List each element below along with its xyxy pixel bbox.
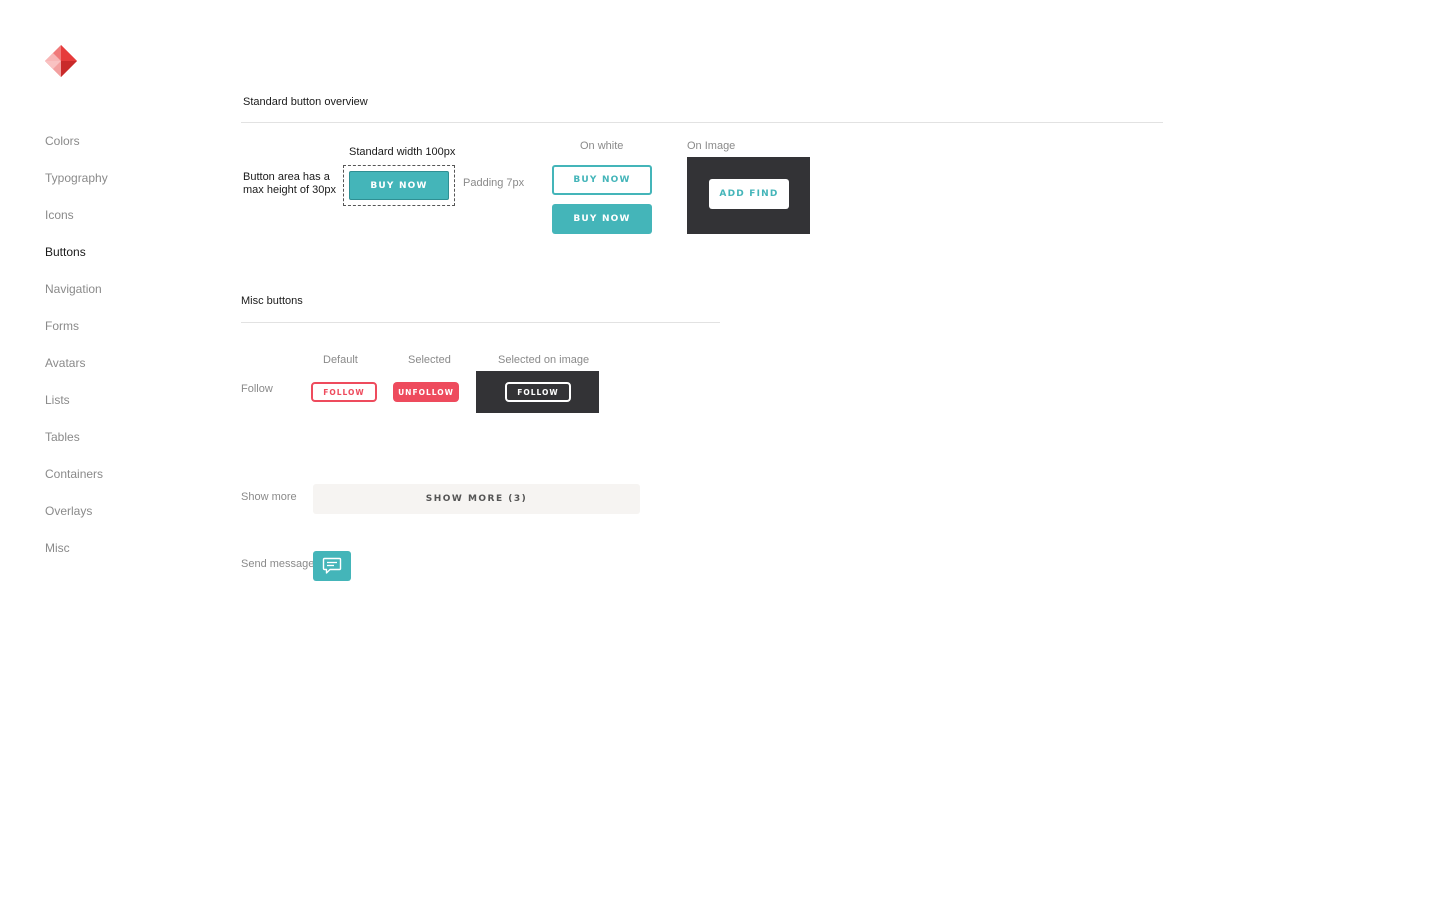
column-selected-on-image-label: Selected on image [498, 354, 590, 366]
section-title-misc: Misc buttons [241, 295, 303, 307]
padding-note: Padding 7px [463, 177, 525, 189]
show-more-label: Show more [241, 491, 297, 503]
sidebar-item-icons[interactable]: Icons [45, 208, 74, 222]
standard-width-note: Standard width 100px [349, 146, 456, 158]
sidebar-item-avatars[interactable]: Avatars [45, 356, 85, 370]
send-message-label: Send message [241, 558, 315, 570]
section-divider [241, 122, 1163, 123]
sidebar-item-lists[interactable]: Lists [45, 393, 70, 407]
sidebar-item-misc[interactable]: Misc [45, 541, 70, 555]
show-more-button[interactable]: SHOW MORE (3) [313, 484, 640, 514]
section-title-standard: Standard button overview [243, 96, 368, 108]
follow-on-image-button[interactable]: FOLLOW [505, 382, 571, 402]
on-image-label: On Image [687, 140, 736, 152]
buy-now-solid-button[interactable]: BUY NOW [552, 204, 652, 234]
brand-logo-icon[interactable] [45, 45, 77, 77]
send-message-button[interactable] [313, 551, 351, 581]
column-default-label: Default [323, 354, 358, 366]
follow-row-label: Follow [241, 383, 273, 395]
unfollow-button[interactable]: UNFOLLOW [393, 382, 459, 402]
buy-now-sample-button[interactable]: BUY NOW [349, 171, 449, 200]
on-white-label: On white [580, 140, 624, 152]
sidebar-item-colors[interactable]: Colors [45, 134, 80, 148]
follow-button[interactable]: FOLLOW [311, 382, 377, 402]
sidebar-item-forms[interactable]: Forms [45, 319, 79, 333]
sidebar-item-tables[interactable]: Tables [45, 430, 80, 444]
sidebar-item-containers[interactable]: Containers [45, 467, 103, 481]
buy-now-outline-button[interactable]: BUY NOW [552, 165, 652, 195]
sidebar-item-buttons[interactable]: Buttons [45, 245, 86, 259]
section-divider [241, 322, 720, 323]
chat-bubble-icon [322, 557, 342, 575]
sidebar-item-overlays[interactable]: Overlays [45, 504, 92, 518]
sidebar-item-navigation[interactable]: Navigation [45, 282, 102, 296]
button-area-note: Button area has a max height of 30px [243, 171, 336, 196]
column-selected-label: Selected [408, 354, 451, 366]
sidebar-item-typography[interactable]: Typography [45, 171, 108, 185]
add-find-button[interactable]: ADD FIND [709, 179, 789, 209]
